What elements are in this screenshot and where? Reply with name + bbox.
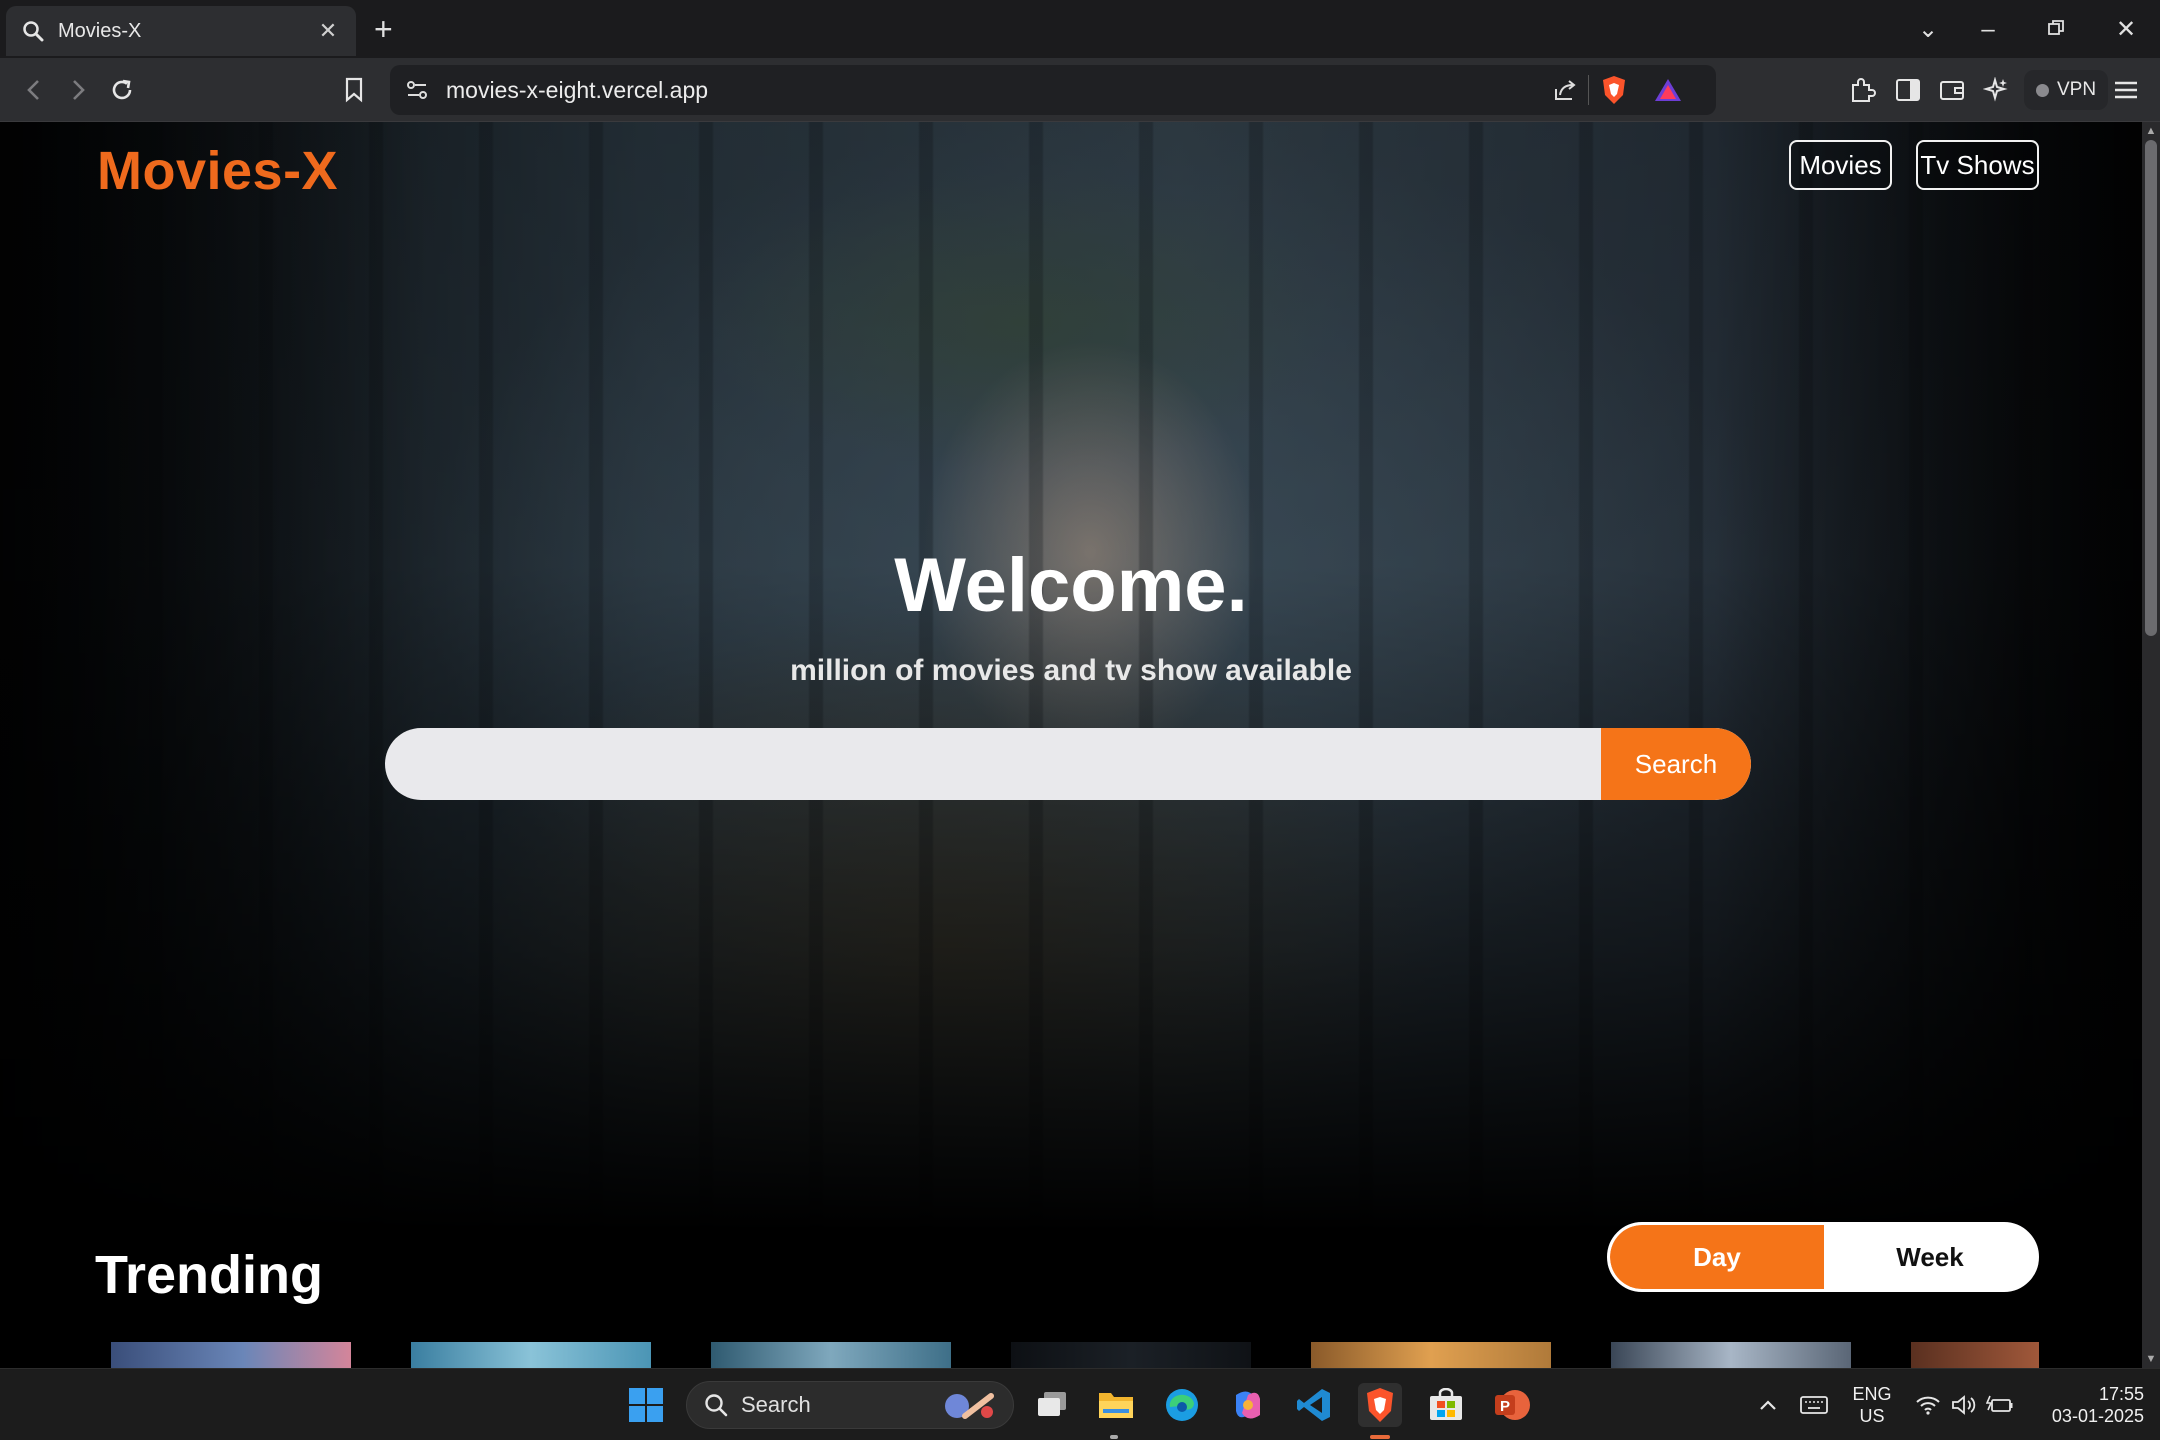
trending-heading: Trending — [95, 1245, 323, 1305]
vpn-status-dot-icon — [2036, 83, 2049, 97]
hero-title: Welcome. — [894, 543, 1248, 628]
url-text: movies-x-eight.vercel.app — [446, 76, 709, 103]
new-tab-plus-icon[interactable]: + — [374, 12, 393, 46]
toggle-week-option[interactable]: Week — [1824, 1225, 2036, 1289]
trending-day-week-toggle: Day Week — [1607, 1222, 2039, 1292]
bookmark-icon[interactable] — [336, 72, 372, 108]
taskbar-search-label: Search — [741, 1392, 811, 1417]
clock[interactable]: 17:55 03-01-2025 — [2028, 1383, 2144, 1427]
brave-rewards-icon[interactable] — [1654, 77, 1682, 109]
share-icon[interactable] — [1552, 77, 1578, 109]
forward-arrow-icon[interactable] — [60, 72, 96, 108]
magnifier-favicon-icon — [22, 20, 44, 42]
trending-poster-3[interactable] — [711, 1342, 951, 1368]
trending-poster-2[interactable] — [411, 1342, 651, 1368]
search-highlight-art-icon — [939, 1390, 999, 1428]
back-arrow-icon[interactable] — [16, 72, 52, 108]
trending-poster-1[interactable] — [111, 1342, 351, 1368]
toggle-day-option[interactable]: Day — [1610, 1225, 1824, 1289]
scroll-down-arrow-icon[interactable]: ▼ — [2142, 1350, 2160, 1368]
web-page: Movies-X Movies Tv Shows Welcome. millio… — [0, 122, 2142, 1368]
site-logo[interactable]: Movies-X — [97, 140, 338, 202]
menu-hamburger-icon[interactable] — [2108, 72, 2144, 108]
language-indicator[interactable]: ENG US — [1848, 1383, 1896, 1427]
vpn-label: VPN — [2057, 79, 2097, 100]
taskbar-search-box[interactable]: Search — [686, 1381, 1014, 1429]
search-button[interactable]: Search — [1601, 728, 1751, 800]
clock-time: 17:55 — [2098, 1384, 2144, 1404]
leo-ai-sparkle-icon[interactable] — [1978, 72, 2014, 108]
taskbar-search-icon — [703, 1392, 729, 1424]
nav-tv-shows-button[interactable]: Tv Shows — [1916, 140, 2039, 190]
clock-date: 03-01-2025 — [2051, 1406, 2144, 1426]
vpn-button[interactable]: VPN — [2024, 70, 2109, 110]
reload-icon[interactable] — [104, 72, 140, 108]
wallet-icon[interactable] — [1934, 72, 1970, 108]
tab-list-chevron-icon[interactable]: ⌄ — [1908, 10, 1948, 50]
file-explorer-icon[interactable] — [1094, 1383, 1138, 1427]
brave-taskbar-icon[interactable] — [1358, 1383, 1402, 1427]
vscode-icon[interactable] — [1292, 1383, 1336, 1427]
tab-close-icon[interactable]: ✕ — [316, 18, 340, 44]
touch-keyboard-icon[interactable] — [1792, 1383, 1836, 1427]
site-settings-icon[interactable] — [404, 77, 430, 109]
keyboard-region: US — [1859, 1406, 1885, 1426]
powerpoint-icon[interactable]: P — [1490, 1383, 1534, 1427]
minimize-icon[interactable]: – — [1968, 10, 2008, 50]
address-bar[interactable]: movies-x-eight.vercel.app — [390, 65, 1716, 115]
hero-subtitle: million of movies and tv show available — [790, 654, 1352, 687]
hero-search-bar: Search — [385, 728, 1751, 800]
windows-start-icon[interactable] — [624, 1383, 668, 1427]
brave-active-indicator — [1370, 1435, 1390, 1439]
browser-tab-active[interactable]: Movies-X ✕ — [6, 6, 356, 56]
svg-text:P: P — [1500, 1398, 1510, 1415]
close-window-icon[interactable]: ✕ — [2106, 10, 2146, 50]
restore-icon[interactable] — [2036, 10, 2076, 50]
nav-movies-button[interactable]: Movies — [1789, 140, 1892, 190]
browser-titlebar: Movies-X ✕ + ⌄ – ✕ — [0, 0, 2160, 58]
brave-shields-icon[interactable] — [1600, 75, 1628, 111]
page-scrollbar[interactable]: ▲ ▼ — [2142, 122, 2160, 1368]
trending-poster-6[interactable] — [1611, 1342, 1851, 1368]
trending-poster-7[interactable] — [1911, 1342, 2039, 1368]
url-divider — [1588, 75, 1589, 105]
battery-charging-icon[interactable] — [1978, 1383, 2022, 1427]
language-code: ENG — [1852, 1384, 1892, 1404]
copilot-icon[interactable] — [1226, 1383, 1270, 1427]
microsoft-store-icon[interactable] — [1424, 1383, 1468, 1427]
show-hidden-icons-chevron-icon[interactable] — [1746, 1383, 1790, 1427]
extensions-puzzle-icon[interactable] — [1844, 72, 1880, 108]
task-view-icon[interactable] — [1030, 1383, 1074, 1427]
sidebar-toggle-icon[interactable] — [1890, 72, 1926, 108]
trending-poster-5[interactable] — [1311, 1342, 1551, 1368]
windows-taskbar: Search P ENG US 17:55 03-01-2025 — [0, 1368, 2160, 1440]
explorer-running-indicator — [1110, 1435, 1118, 1439]
trending-poster-4[interactable] — [1011, 1342, 1251, 1368]
browser-toolbar: movies-x-eight.vercel.app VPN — [0, 58, 2160, 122]
tab-title: Movies-X — [58, 19, 142, 42]
scroll-up-arrow-icon[interactable]: ▲ — [2142, 122, 2160, 140]
edge-browser-icon[interactable] — [1160, 1383, 1204, 1427]
scrollbar-thumb[interactable] — [2145, 140, 2157, 636]
search-input[interactable] — [385, 728, 1601, 800]
